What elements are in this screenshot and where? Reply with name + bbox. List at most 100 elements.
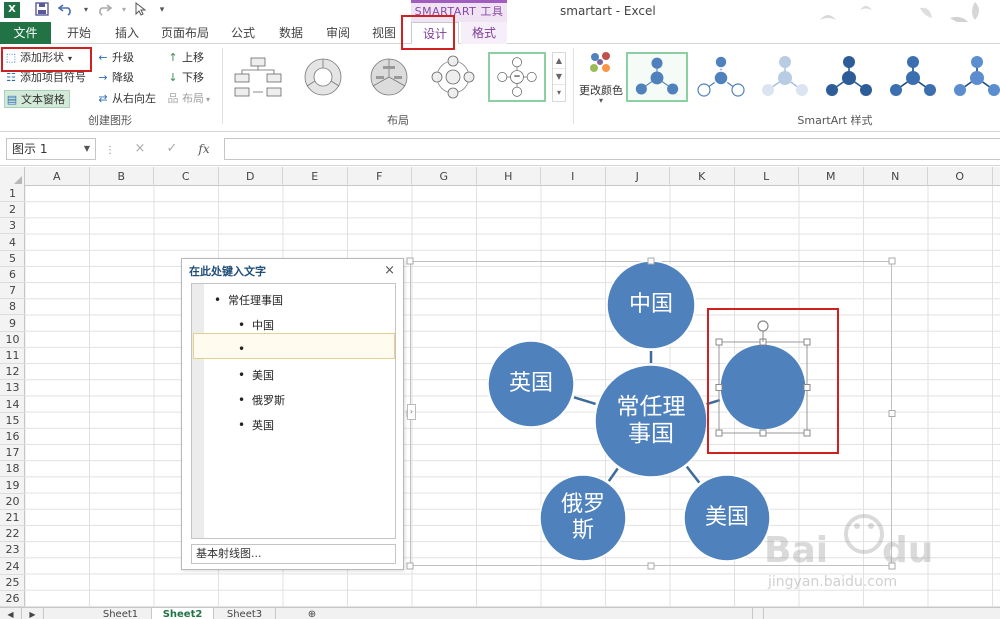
- sheet-tab[interactable]: Sheet3: [214, 608, 276, 619]
- bullet-item[interactable]: • 英国: [238, 417, 274, 433]
- demote-button[interactable]: → 降级: [96, 69, 134, 87]
- horizontal-scrollbar[interactable]: [752, 608, 764, 619]
- row-header[interactable]: 26: [0, 591, 25, 607]
- column-header[interactable]: M: [799, 167, 864, 186]
- bullet-item[interactable]: • 美国: [238, 367, 274, 383]
- gallery-more-icon[interactable]: ▾: [553, 85, 565, 101]
- add-sheet-icon[interactable]: ⊕: [300, 608, 324, 619]
- style-intense-effect-thumb[interactable]: [882, 52, 944, 102]
- row-header[interactable]: 22: [0, 526, 25, 543]
- row-header[interactable]: 2: [0, 202, 25, 219]
- bullet-item[interactable]: • 俄罗斯: [238, 392, 285, 408]
- scroll-up-icon[interactable]: ▲: [553, 53, 565, 69]
- formula-input[interactable]: [224, 138, 1000, 160]
- layout-radial-cycle-thumb[interactable]: [424, 52, 482, 102]
- promote-button[interactable]: ← 升级: [96, 49, 134, 67]
- customize-icon[interactable]: ▾: [154, 2, 170, 18]
- row-header[interactable]: 13: [0, 380, 25, 397]
- insert-function-icon[interactable]: fx: [192, 138, 216, 160]
- column-header[interactable]: A: [25, 167, 90, 186]
- row-header[interactable]: 7: [0, 283, 25, 300]
- bullet-item[interactable]: • 中国: [238, 317, 274, 333]
- column-header[interactable]: J: [606, 167, 670, 186]
- enter-icon[interactable]: ✓: [160, 138, 184, 160]
- tab-scroll-left-icon[interactable]: ◀: [0, 608, 22, 619]
- save-icon[interactable]: [34, 2, 50, 18]
- column-header[interactable]: L: [735, 167, 799, 186]
- text-pane-toggle-icon[interactable]: ›: [407, 404, 416, 420]
- column-header[interactable]: C: [154, 167, 219, 186]
- column-header[interactable]: I: [541, 167, 606, 186]
- row-header[interactable]: 16: [0, 429, 25, 445]
- row-header[interactable]: 24: [0, 559, 25, 575]
- bullet-item[interactable]: •: [238, 342, 252, 356]
- change-colors-button[interactable]: 更改颜色 ▾: [578, 48, 624, 108]
- sheet-tab-active[interactable]: Sheet2: [152, 608, 214, 619]
- text-pane-button[interactable]: ▤ 文本窗格: [4, 90, 70, 108]
- row-header[interactable]: 12: [0, 364, 25, 381]
- pointer-icon[interactable]: [132, 1, 148, 18]
- column-header[interactable]: O: [928, 167, 993, 186]
- column-header[interactable]: B: [90, 167, 154, 186]
- close-icon[interactable]: ×: [384, 263, 395, 278]
- row-header[interactable]: 25: [0, 575, 25, 591]
- column-header[interactable]: D: [219, 167, 283, 186]
- layout-gallery-scroll[interactable]: ▲ ▼ ▾: [552, 52, 566, 102]
- column-header[interactable]: G: [412, 167, 477, 186]
- layout-button[interactable]: 品布局 ▾: [166, 90, 211, 108]
- move-down-button[interactable]: ↓ 下移: [166, 69, 204, 87]
- cancel-icon[interactable]: ×: [128, 138, 152, 160]
- text-pane-editor[interactable]: • 常任理事国 • 中国 • • 美国 • 俄罗斯 • 英国: [191, 283, 396, 539]
- row-header[interactable]: 19: [0, 478, 25, 494]
- row-header[interactable]: 4: [0, 235, 25, 251]
- row-header[interactable]: 6: [0, 267, 25, 283]
- tab-view[interactable]: 视图: [362, 22, 406, 44]
- row-header[interactable]: 10: [0, 332, 25, 348]
- sheet-tab[interactable]: Sheet1: [90, 608, 152, 619]
- right-to-left-button[interactable]: ⇄ 从右向左: [96, 90, 156, 108]
- tab-data[interactable]: 数据: [268, 22, 314, 44]
- undo-dropdown-icon[interactable]: ▾: [78, 2, 94, 18]
- scroll-down-icon[interactable]: ▼: [553, 69, 565, 85]
- bullet-item[interactable]: • 常任理事国: [214, 292, 283, 308]
- tab-review[interactable]: 审阅: [316, 22, 360, 44]
- column-header[interactable]: N: [864, 167, 928, 186]
- row-header[interactable]: 17: [0, 445, 25, 462]
- layout-pie-thumb[interactable]: [360, 52, 418, 102]
- tab-file[interactable]: 文件: [0, 22, 51, 44]
- tab-page-layout[interactable]: 页面布局: [155, 22, 215, 44]
- tab-insert[interactable]: 插入: [104, 22, 150, 44]
- row-header[interactable]: 5: [0, 251, 25, 267]
- row-header[interactable]: 11: [0, 348, 25, 364]
- move-up-button[interactable]: ↑ 上移: [166, 49, 204, 67]
- column-header[interactable]: H: [477, 167, 541, 186]
- undo-icon[interactable]: [57, 2, 74, 18]
- style-moderate-effect-thumb[interactable]: [818, 52, 880, 102]
- style-3d-thumb[interactable]: [946, 52, 1000, 102]
- row-header[interactable]: 9: [0, 316, 25, 332]
- tab-scroll-right-icon[interactable]: ▶: [22, 608, 44, 619]
- select-all-button[interactable]: [0, 167, 25, 186]
- tab-formulas[interactable]: 公式: [220, 22, 266, 44]
- style-white-outline-thumb[interactable]: [690, 52, 752, 102]
- tab-format[interactable]: 格式: [461, 22, 507, 44]
- name-box-dropdown-icon[interactable]: ▼: [84, 139, 90, 159]
- row-header[interactable]: 20: [0, 494, 25, 510]
- style-simple-fill-thumb[interactable]: [626, 52, 688, 102]
- redo-icon[interactable]: [96, 2, 113, 18]
- layout-cycle-thumb[interactable]: [294, 52, 352, 102]
- active-bullet-line[interactable]: [193, 333, 395, 359]
- tab-home[interactable]: 开始: [56, 22, 102, 44]
- row-header[interactable]: 21: [0, 510, 25, 526]
- row-header[interactable]: 14: [0, 397, 25, 413]
- row-header[interactable]: 18: [0, 461, 25, 478]
- layout-basic-radial-thumb[interactable]: [488, 52, 546, 102]
- column-header[interactable]: K: [670, 167, 735, 186]
- redo-dropdown-icon[interactable]: ▾: [116, 2, 132, 18]
- column-header[interactable]: E: [283, 167, 348, 186]
- row-header[interactable]: 3: [0, 218, 25, 235]
- row-header[interactable]: 15: [0, 413, 25, 429]
- row-header[interactable]: 1: [0, 186, 25, 202]
- layout-description-link[interactable]: 基本射线图...: [191, 544, 396, 564]
- style-subtle-effect-thumb[interactable]: [754, 52, 816, 102]
